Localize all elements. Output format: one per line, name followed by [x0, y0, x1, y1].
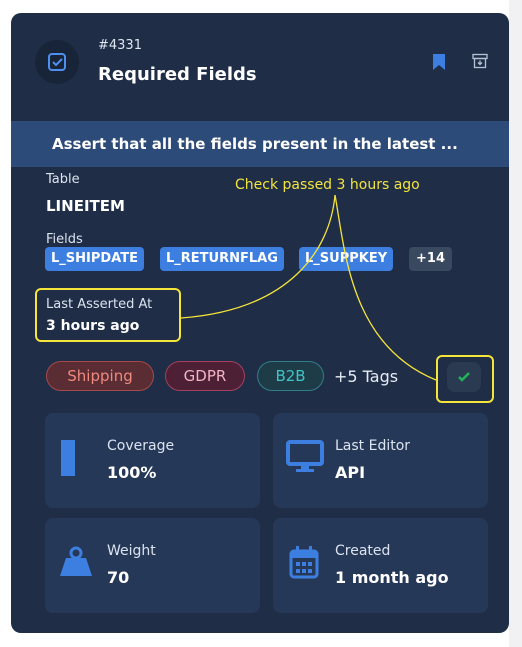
annotation-connectors: [180, 194, 437, 381]
